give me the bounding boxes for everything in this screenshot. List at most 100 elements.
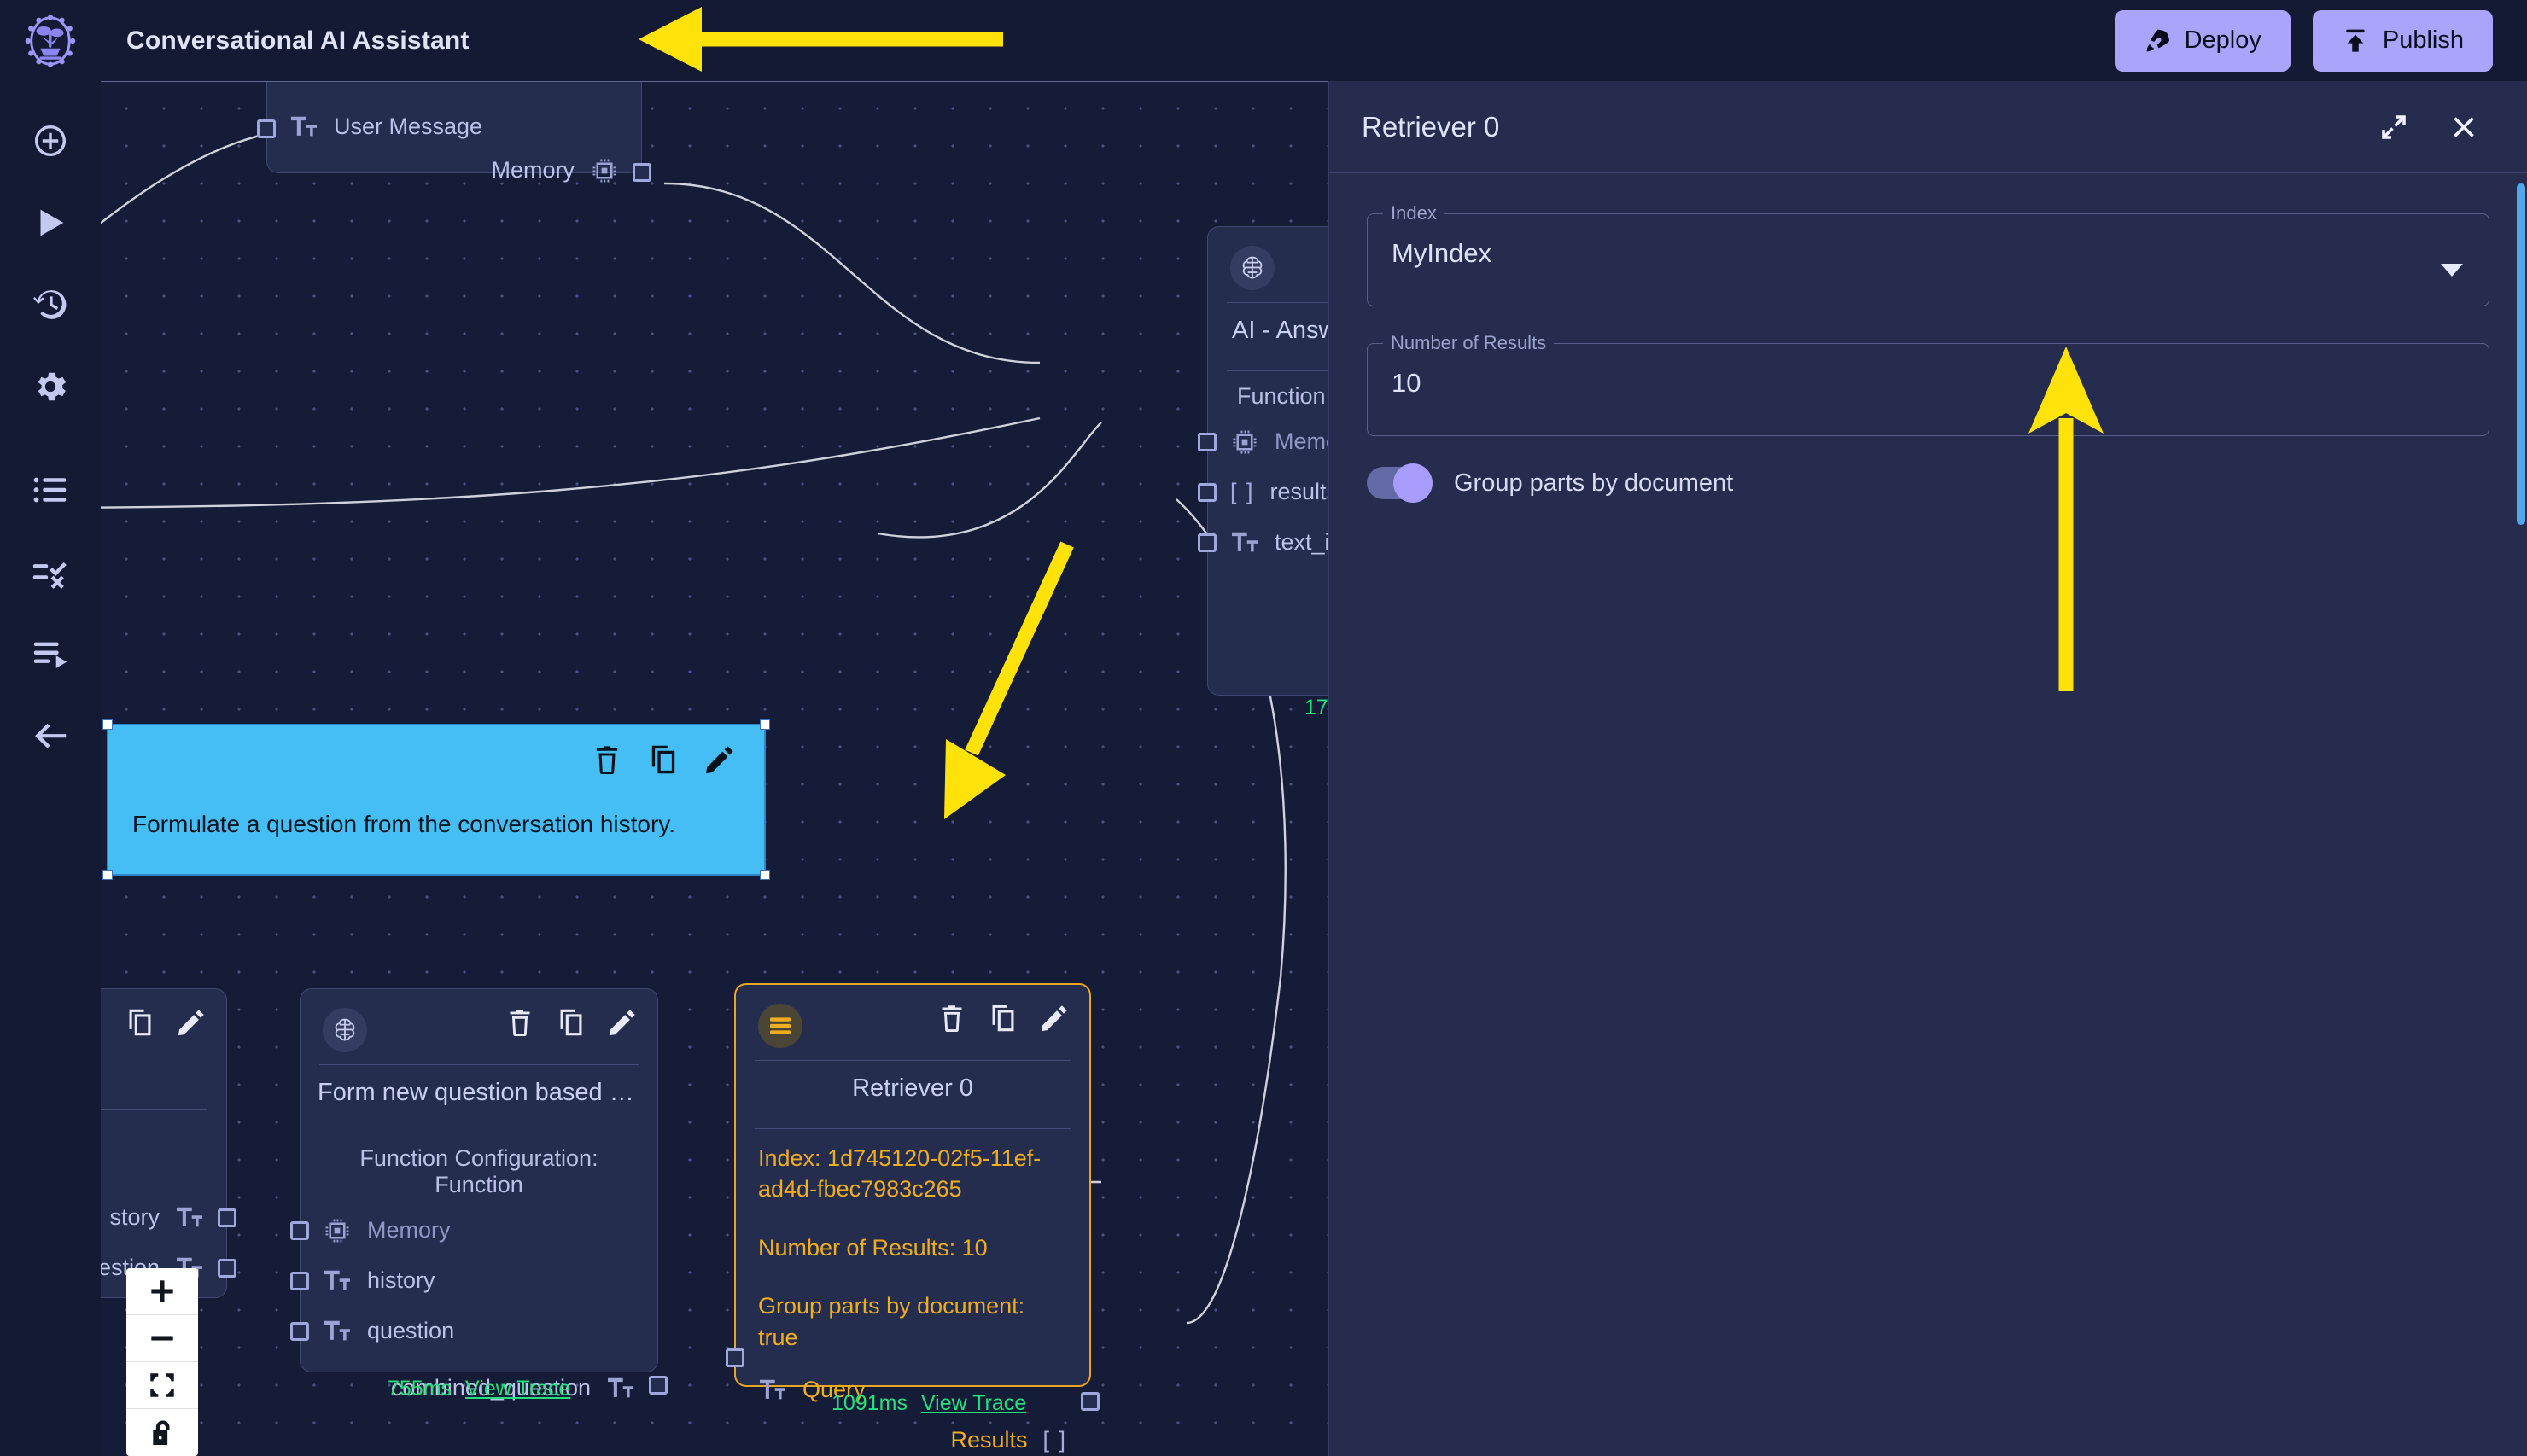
trace-function: 755ms View Trace [388,1377,570,1401]
port-label: history [367,1267,435,1293]
delete-icon[interactable] [505,1008,534,1037]
output-handle[interactable] [1081,1392,1100,1412]
copy-icon[interactable] [125,1008,155,1037]
node-left-partial[interactable]: story estion [101,988,236,1298]
sidebar-item-back[interactable] [9,695,91,777]
input-port-history[interactable]: history [290,1255,657,1306]
node-function[interactable]: Form new question based on q… Function C… [290,988,668,1401]
resize-handle-tr[interactable] [760,719,770,730]
view-trace-link[interactable]: View Trace [465,1377,570,1401]
output-port-history[interactable]: story [101,1192,236,1243]
group-parts-label: Group parts by document [1454,469,1734,497]
panel-scrollbar[interactable] [2517,183,2525,525]
chevron-down-icon[interactable] [2441,264,2463,277]
minus-icon [151,1336,173,1341]
input-handle[interactable] [1198,432,1217,451]
text-icon [758,1377,787,1403]
sidebar-item-checklist[interactable] [9,531,91,613]
node-header [301,989,657,1052]
brain-icon [335,1018,355,1041]
sidebar-item-list[interactable] [9,449,91,531]
close-icon[interactable] [2448,112,2479,143]
checklist-x-icon [32,562,67,589]
node-title: User Message [334,114,483,139]
expand-diagonal-icon[interactable] [2378,112,2409,143]
input-handle[interactable] [290,1220,309,1240]
divider [101,1109,207,1110]
gear-icon [38,372,67,401]
delete-icon[interactable] [937,1004,966,1033]
port-label: Results [950,1427,1028,1453]
text-icon [289,114,318,140]
history-icon [33,290,67,319]
upload-icon [2346,29,2365,52]
sticky-note-text: Formulate a question from the conversati… [132,811,676,837]
list-icon [33,477,67,503]
input-handle[interactable] [1198,482,1217,502]
deploy-button[interactable]: Deploy [2114,9,2291,72]
resize-handle-bl[interactable] [102,870,113,880]
zoom-in-button[interactable] [126,1268,198,1315]
retriever-index-line: Index: 1d745120-02f5-11ef-ad4d-fbec7983c… [758,1145,1042,1203]
resize-handle-br[interactable] [760,870,770,880]
zoom-out-button[interactable] [126,1315,198,1362]
input-port-memory[interactable]: Memory [290,1205,657,1255]
resize-handle-tl[interactable] [102,719,113,730]
copy-icon[interactable] [648,744,679,775]
edit-icon[interactable] [1040,1004,1069,1033]
sidebar-item-run[interactable] [9,182,91,264]
edit-icon[interactable] [608,1008,637,1037]
copy-icon[interactable] [557,1008,586,1037]
node-retriever[interactable]: Retriever 0 Index: 1d745120-02f5-11ef-ad… [726,983,1100,1453]
delete-icon[interactable] [592,744,622,775]
edit-icon[interactable] [177,1008,206,1037]
page-title: Conversational AI Assistant [126,26,470,55]
index-value[interactable]: MyIndex [1368,224,2489,277]
brain-badge [323,1008,367,1052]
brain-badge [1230,246,1275,290]
publish-button[interactable]: Publish [2312,9,2493,72]
input-handle[interactable] [1198,533,1217,552]
text-icon [323,1268,352,1294]
sidebar-item-settings[interactable] [9,346,91,428]
output-handle[interactable] [218,1208,236,1227]
menu-lines-icon [769,1017,791,1034]
text-icon [323,1319,352,1344]
index-field[interactable]: Index MyIndex [1367,202,2489,306]
input-handle[interactable] [726,1348,744,1368]
output-handle[interactable] [633,163,651,182]
copy-icon[interactable] [989,1004,1018,1033]
publish-label: Publish [2382,26,2464,54]
output-handle[interactable] [649,1375,668,1395]
sidebar-item-run-steps[interactable] [9,613,91,695]
output-port-memory[interactable]: Memory [267,143,651,195]
input-port-question[interactable]: question [290,1306,657,1356]
edit-icon[interactable] [704,744,735,775]
view-trace-link[interactable]: View Trace [921,1391,1026,1416]
group-parts-toggle-row[interactable]: Group parts by document [1367,463,2489,503]
number-of-results-input[interactable]: 10 [1368,354,2489,407]
node-title-row: User Message [257,81,641,143]
sidebar-item-add[interactable] [9,100,91,182]
output-handle[interactable] [218,1258,236,1278]
group-parts-toggle[interactable] [1367,463,1433,503]
input-handle[interactable] [290,1271,309,1290]
sticky-note[interactable]: Formulate a question from the conversati… [102,719,770,880]
chip-icon [323,1218,352,1243]
app-logo[interactable] [0,0,101,81]
port-label: Memory [367,1217,451,1243]
output-port-results[interactable]: Results [ ] [736,1392,1100,1456]
fit-view-button[interactable] [126,1362,198,1409]
node-user-message[interactable]: User Message Memory [257,81,651,183]
input-handle[interactable] [257,119,276,138]
sidebar-item-history[interactable] [9,264,91,346]
deploy-label: Deploy [2184,26,2261,54]
retriever-results-line: Number of Results: 10 [758,1234,988,1261]
number-of-results-field[interactable]: Number of Results 10 [1367,332,2489,436]
brain-icon [1242,256,1263,279]
chip-icon [1230,429,1259,455]
port-label: question [367,1318,455,1343]
input-handle[interactable] [290,1321,309,1341]
node-tools [937,1004,1069,1033]
lock-button[interactable] [126,1409,198,1456]
